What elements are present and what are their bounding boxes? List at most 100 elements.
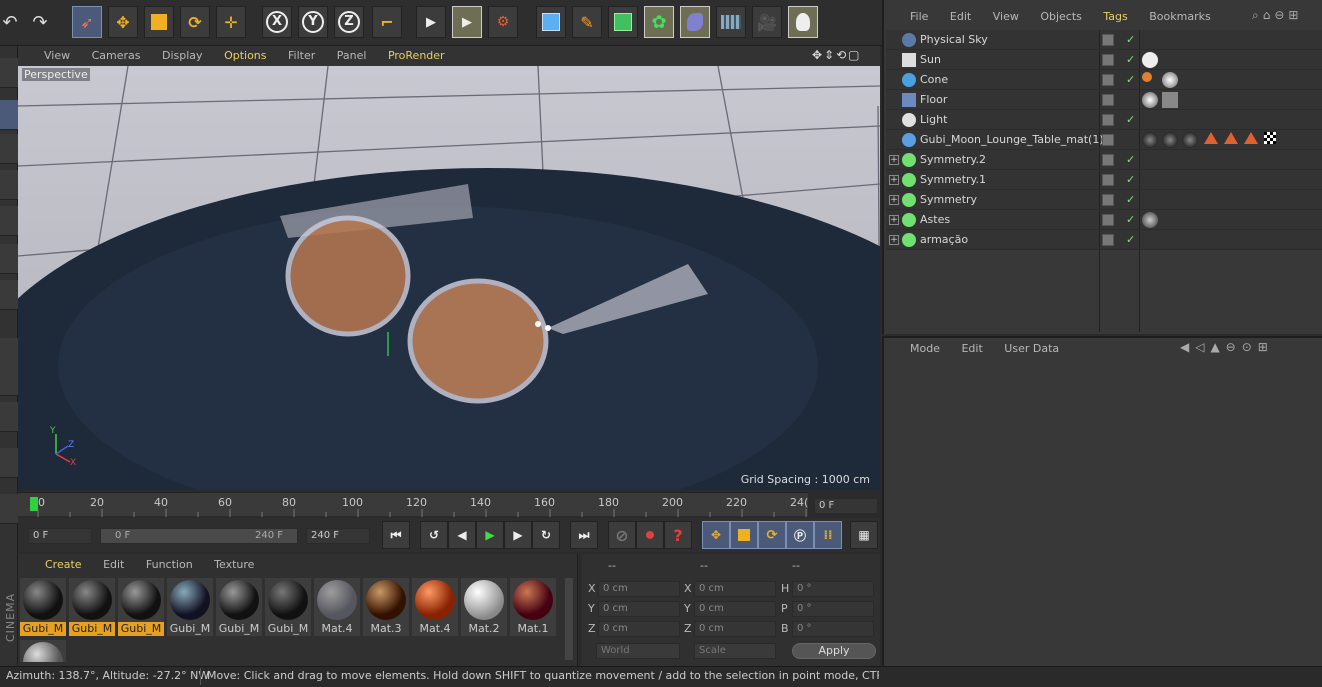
material-swatch[interactable]: Mat.4: [314, 578, 360, 636]
deformer-button[interactable]: [680, 6, 710, 38]
viewport-menu-panel[interactable]: Panel: [337, 49, 367, 62]
material-tag-icon[interactable]: [1182, 132, 1198, 148]
expand-icon[interactable]: +: [889, 194, 899, 205]
key-position-button[interactable]: ✥: [702, 521, 730, 549]
enabled-check-icon[interactable]: ✓: [1126, 193, 1135, 206]
material-tag-icon[interactable]: [1142, 72, 1152, 82]
object-row[interactable]: Floor: [886, 90, 1322, 110]
attribute-menu-user-data[interactable]: User Data: [1004, 342, 1059, 355]
sun-tag-icon[interactable]: [1142, 52, 1158, 68]
floor-button[interactable]: [716, 6, 746, 38]
material-tag-icon[interactable]: [1142, 92, 1158, 108]
light-button[interactable]: [788, 6, 818, 38]
object-menu-bookmarks[interactable]: Bookmarks: [1149, 10, 1210, 23]
play-button[interactable]: ▶: [476, 521, 504, 549]
snap-tool[interactable]: [0, 402, 18, 432]
render-picture-viewer-button[interactable]: ▶: [452, 6, 482, 38]
phong-tag-icon[interactable]: [1204, 132, 1218, 144]
pen-button[interactable]: ✎: [572, 6, 602, 38]
object-menu-objects[interactable]: Objects: [1040, 10, 1082, 23]
workplane-tool[interactable]: [0, 170, 18, 200]
end-frame-field[interactable]: 240 F: [306, 528, 370, 544]
enabled-check-icon[interactable]: ✓: [1126, 153, 1135, 166]
viewport-menu-options[interactable]: Options: [224, 49, 266, 62]
object-row[interactable]: Light ✓: [886, 110, 1322, 130]
material-swatch[interactable]: Gubi_M: [167, 578, 213, 636]
texture-mode-tool[interactable]: [0, 134, 18, 164]
uvw-tag-icon[interactable]: [1264, 132, 1276, 144]
range-slider[interactable]: 0 F 240 F: [100, 528, 298, 544]
enabled-check-icon[interactable]: ✓: [1126, 33, 1135, 46]
autokey-button[interactable]: ?: [664, 521, 692, 549]
size-x-field[interactable]: 0 cm: [694, 581, 776, 597]
subdivision-button[interactable]: [608, 6, 638, 38]
material-swatch[interactable]: Mat.3: [363, 578, 409, 636]
key-scale-button[interactable]: [730, 521, 758, 549]
make-editable-tool[interactable]: [0, 58, 18, 88]
cloner-button[interactable]: ✿: [644, 6, 674, 38]
apply-button[interactable]: Apply: [792, 643, 876, 659]
attribute-menu-mode[interactable]: Mode: [910, 342, 940, 355]
material-swatch[interactable]: Mat.1: [510, 578, 556, 636]
material-tag-icon[interactable]: [1162, 132, 1178, 148]
object-menu-view[interactable]: View: [993, 10, 1019, 23]
locked-workplane-tool[interactable]: [0, 448, 18, 478]
object-row[interactable]: + Astes ✓: [886, 210, 1322, 230]
enable-axis-tool[interactable]: [0, 338, 18, 368]
go-to-start-button[interactable]: ⏮: [382, 521, 410, 549]
record-button[interactable]: ⏺: [636, 521, 664, 549]
object-row[interactable]: + Symmetry ✓: [886, 190, 1322, 210]
rotation-h-field[interactable]: 0 °: [792, 581, 874, 597]
recent-tool-button[interactable]: ✛: [216, 6, 246, 38]
render-settings-button[interactable]: ⚙: [488, 6, 518, 38]
object-menu-tags[interactable]: Tags: [1103, 10, 1127, 23]
redo-icon[interactable]: ↷: [28, 10, 52, 34]
enabled-check-icon[interactable]: ✓: [1126, 53, 1135, 66]
size-y-field[interactable]: 0 cm: [694, 601, 776, 617]
x-axis-button[interactable]: X: [262, 6, 292, 38]
viewport-menu-prorender[interactable]: ProRender: [388, 49, 445, 62]
material-swatch[interactable]: Gubi_M: [69, 578, 115, 636]
enabled-check-icon[interactable]: ✓: [1126, 113, 1135, 126]
cube-button[interactable]: [536, 6, 566, 38]
expand-icon[interactable]: +: [889, 154, 899, 165]
position-z-field[interactable]: 0 cm: [598, 621, 680, 637]
object-row[interactable]: + armação ✓: [886, 230, 1322, 250]
previous-frame-button[interactable]: ◀: [448, 521, 476, 549]
material-swatch[interactable]: Mat.4: [412, 578, 458, 636]
enabled-check-icon[interactable]: ✓: [1126, 73, 1135, 86]
previous-key-button[interactable]: ↺: [420, 521, 448, 549]
size-z-field[interactable]: 0 cm: [694, 621, 776, 637]
enabled-check-icon[interactable]: ✓: [1126, 213, 1135, 226]
scale-dropdown[interactable]: Scale: [694, 643, 776, 659]
render-view-button[interactable]: ▶: [416, 6, 446, 38]
phong-tag-icon[interactable]: [1224, 132, 1238, 144]
model-mode-tool[interactable]: [0, 100, 18, 130]
rotation-b-field[interactable]: 0 °: [792, 621, 874, 637]
material-menu-texture[interactable]: Texture: [214, 558, 254, 571]
perspective-viewport[interactable]: Perspective Y Z X Grid Spacing : 1000 cm: [18, 66, 880, 490]
keyframe-selection-button[interactable]: ⊘: [608, 521, 636, 549]
position-y-field[interactable]: 0 cm: [598, 601, 680, 617]
enabled-check-icon[interactable]: ✓: [1126, 233, 1135, 246]
coordinate-system-button[interactable]: ⌐: [372, 6, 402, 38]
expand-icon[interactable]: +: [889, 174, 899, 185]
world-dropdown[interactable]: World: [596, 643, 680, 659]
position-x-field[interactable]: 0 cm: [598, 581, 680, 597]
viewport-menu-view[interactable]: View: [44, 49, 70, 62]
material-swatch[interactable]: Gubi_M: [265, 578, 311, 636]
start-frame-field[interactable]: 0 F: [28, 528, 92, 544]
phong-tag-icon[interactable]: [1244, 132, 1258, 144]
key-parameter-button[interactable]: Ⓟ: [786, 521, 814, 549]
object-row[interactable]: + Symmetry.2 ✓: [886, 150, 1322, 170]
material-tag-icon[interactable]: [1162, 72, 1178, 88]
camera-button[interactable]: 🎥: [752, 6, 782, 38]
object-row[interactable]: Sun ✓: [886, 50, 1322, 70]
object-row[interactable]: Physical Sky ✓: [886, 30, 1322, 50]
z-axis-button[interactable]: Z: [334, 6, 364, 38]
material-menu-function[interactable]: Function: [146, 558, 193, 571]
undo-icon[interactable]: ↶: [0, 10, 20, 34]
scale-tool-button[interactable]: [144, 6, 174, 38]
material-swatch[interactable]: Gubi_M: [216, 578, 262, 636]
material-tag-icon[interactable]: [1142, 212, 1158, 228]
